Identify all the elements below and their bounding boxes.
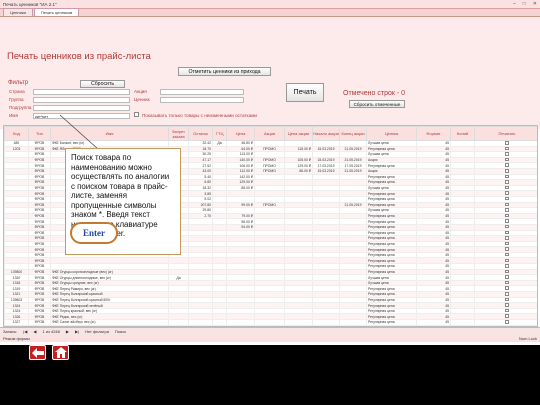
- home-button[interactable]: [52, 345, 69, 360]
- enter-key-badge: Enter: [70, 222, 118, 244]
- back-arrow-icon: [31, 347, 44, 358]
- home-icon: [54, 347, 67, 358]
- callout-line: [59, 114, 99, 150]
- back-button[interactable]: [29, 345, 46, 360]
